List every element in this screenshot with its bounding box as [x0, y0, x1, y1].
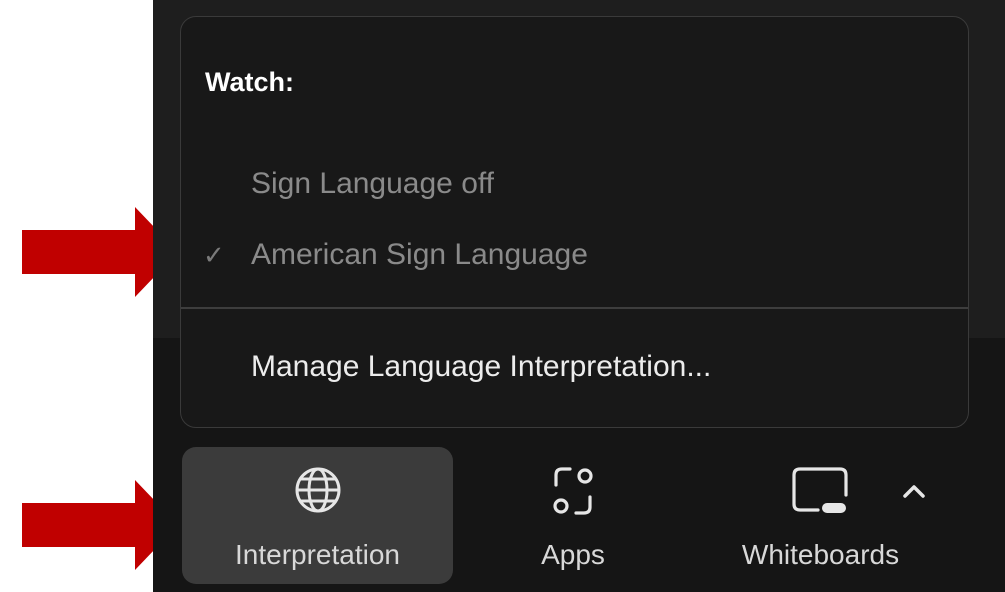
apps-icon	[553, 467, 593, 515]
whiteboard-icon	[792, 467, 848, 513]
chevron-up-icon[interactable]	[897, 476, 931, 506]
zoom-meeting-screen: Watch: Sign Language off ✓ American Sign…	[153, 0, 1005, 592]
globe-icon	[295, 467, 341, 513]
whiteboards-label: Whiteboards	[741, 539, 900, 570]
whiteboards-button[interactable]: Whiteboards	[708, 447, 933, 584]
apps-button[interactable]: Apps	[503, 447, 643, 584]
menu-item-label: American Sign Language	[251, 238, 588, 271]
apps-label: Apps	[541, 539, 605, 570]
menu-item-american-sign-language[interactable]: ✓ American Sign Language	[181, 228, 968, 282]
interpretation-button[interactable]: Interpretation	[182, 447, 453, 584]
menu-item-label: Manage Language Interpretation...	[251, 350, 712, 383]
menu-heading: Watch:	[205, 67, 294, 97]
menu-item-manage-language-interpretation[interactable]: Manage Language Interpretation...	[181, 340, 968, 394]
menu-item-label: Sign Language off	[251, 167, 495, 200]
interpretation-menu: Watch: Sign Language off ✓ American Sign…	[180, 16, 969, 428]
interpretation-label: Interpretation	[235, 539, 400, 570]
checkmark-icon: ✓	[203, 239, 225, 270]
menu-item-sign-language-off[interactable]: Sign Language off	[181, 157, 968, 211]
menu-divider	[181, 307, 968, 309]
